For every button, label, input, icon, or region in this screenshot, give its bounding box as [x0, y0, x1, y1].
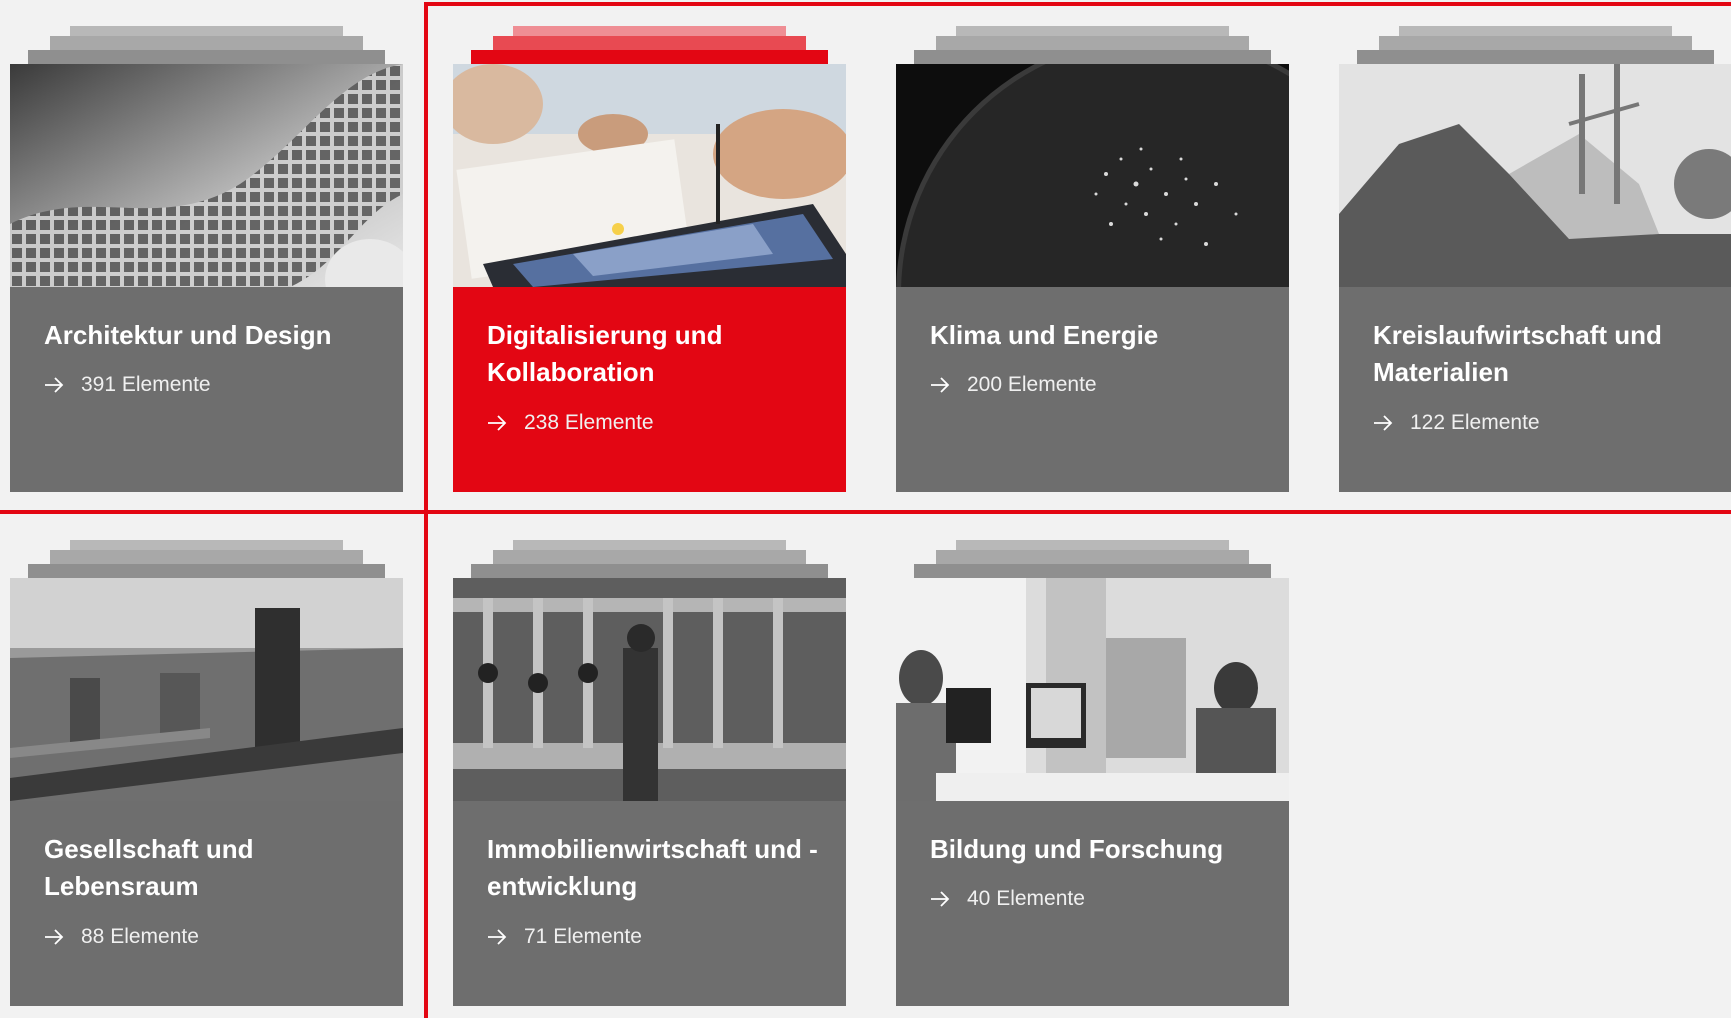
card-body: Bildung und Forschung 40 Elemente [896, 801, 1289, 1006]
card-count: 391 Elemente [81, 373, 211, 396]
arrow-right-icon [45, 929, 64, 945]
highlight-frame-middle [0, 510, 1731, 514]
arrow-right-icon [1374, 415, 1393, 431]
card-count-link[interactable]: 238 Elemente [487, 411, 654, 435]
card-title: Immobilienwirtschaft und -entwicklung [487, 834, 818, 901]
card-stack-decoration [1339, 26, 1731, 64]
card-stack-decoration [453, 26, 846, 64]
card-title: Klima und Energie [930, 320, 1159, 350]
card-image [10, 578, 403, 801]
category-grid: Architektur und Design 391 Elemente Digi… [0, 0, 1731, 1018]
card-body: Kreislaufwirtschaft und Materialien 122 … [1339, 287, 1731, 492]
card-count-link[interactable]: 88 Elemente [44, 925, 199, 949]
card-stack-decoration [453, 540, 846, 578]
card-body: Klima und Energie 200 Elemente [896, 287, 1289, 492]
card-image [453, 64, 846, 287]
card-stack-decoration [10, 540, 403, 578]
card-image [896, 64, 1289, 287]
card-count-link[interactable]: 391 Elemente [44, 373, 211, 397]
card-title: Digitalisierung und Kollaboration [487, 320, 723, 387]
card-image [1339, 64, 1731, 287]
card-title: Kreislaufwirtschaft und Materialien [1373, 320, 1662, 387]
card-count: 40 Elemente [967, 887, 1085, 910]
card-count-link[interactable]: 71 Elemente [487, 925, 642, 949]
card-stack-decoration [10, 26, 403, 64]
card-title: Gesellschaft und Lebensraum [44, 834, 254, 901]
card-stack-decoration [896, 26, 1289, 64]
card-image [10, 64, 403, 287]
card-body: Immobilienwirtschaft und -entwicklung 71… [453, 801, 846, 1006]
card-count-link[interactable]: 200 Elemente [930, 373, 1097, 397]
card-count: 71 Elemente [524, 925, 642, 948]
card-title: Architektur und Design [44, 320, 332, 350]
card-stack-decoration [896, 540, 1289, 578]
arrow-right-icon [488, 929, 507, 945]
card-count-link[interactable]: 122 Elemente [1373, 411, 1540, 435]
card-body: Architektur und Design 391 Elemente [10, 287, 403, 492]
card-body: Digitalisierung und Kollaboration 238 El… [453, 287, 846, 492]
highlight-frame-top [424, 2, 1731, 6]
card-title: Bildung und Forschung [930, 834, 1224, 864]
card-body: Gesellschaft und Lebensraum 88 Elemente [10, 801, 403, 1006]
card-count: 88 Elemente [81, 925, 199, 948]
card-count-link[interactable]: 40 Elemente [930, 887, 1085, 911]
card-image [896, 578, 1289, 801]
card-count: 238 Elemente [524, 411, 654, 434]
card-count: 200 Elemente [967, 373, 1097, 396]
card-image [453, 578, 846, 801]
card-count: 122 Elemente [1410, 411, 1540, 434]
arrow-right-icon [45, 377, 64, 393]
arrow-right-icon [931, 891, 950, 907]
arrow-right-icon [931, 377, 950, 393]
arrow-right-icon [488, 415, 507, 431]
